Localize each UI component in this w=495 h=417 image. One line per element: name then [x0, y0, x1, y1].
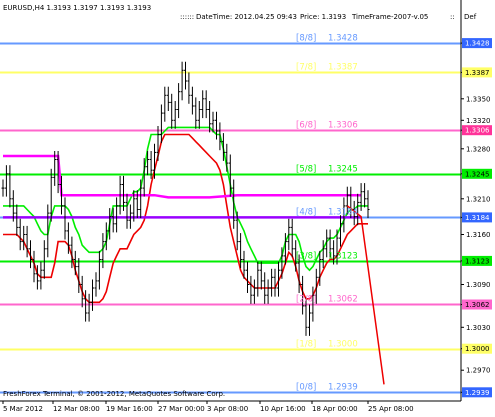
time-axis-tick-label: 10 Apr 16:00 — [260, 405, 306, 413]
price-axis-tick-label: 1.3320 — [466, 117, 491, 125]
murrey-level-value: 1.3428 — [328, 34, 358, 44]
drag-dots: :::::: — [180, 13, 194, 21]
murrey-level-value: 1.2939 — [328, 383, 358, 393]
murrey-level-value: 1.3000 — [328, 340, 358, 350]
price-axis-tag-label: 1.3062 — [465, 301, 490, 309]
murrey-level-label: [2/8] — [296, 295, 316, 305]
murrey-level-value: 1.3245 — [328, 165, 358, 175]
murrey-level-label: [3/8] — [296, 252, 316, 262]
chart-background — [0, 0, 495, 417]
time-axis-tick-label: 5 Mar 2012 — [3, 405, 43, 413]
price-axis-tag-label: 1.3428 — [465, 40, 490, 48]
price-axis-tick-label: 1.2970 — [466, 367, 491, 375]
price-axis-tick-label: 1.3030 — [466, 324, 491, 332]
price-axis-tick-label: 1.3090 — [466, 281, 491, 289]
price-axis-tag-label: 1.3245 — [465, 170, 490, 178]
copyright-text: FreshForex Terminal, © 2001-2012, MetaQu… — [3, 390, 225, 398]
murrey-level-label: [5/8] — [296, 165, 316, 175]
price-axis-tick-label: 1.3280 — [466, 145, 491, 153]
price-chart[interactable]: [8/8] 1.3428 [7/8] 1.3387 [6/8] 1.3306 [5/8] 1.… — [0, 0, 495, 417]
time-axis-tick-label: 3 Apr 08:00 — [207, 405, 248, 413]
info-datetime: DateTime: 2012.04.25 09:43 — [196, 13, 297, 21]
murrey-level-label: [1/8] — [296, 340, 316, 350]
murrey-level-label: [4/8] — [296, 208, 316, 218]
price-axis-tag-label: 1.3306 — [465, 127, 490, 135]
time-axis-tick-label: 19 Mar 16:00 — [106, 405, 153, 413]
murrey-level-label: [6/8] — [296, 121, 316, 131]
murrey-level-value: 1.3306 — [328, 121, 358, 131]
time-axis-tick-label: 25 Apr 08:00 — [368, 405, 414, 413]
info-cut-label: Def — [464, 13, 477, 21]
price-axis-tag-label: 1.3000 — [465, 345, 490, 353]
chart-window: [8/8] 1.3428 [7/8] 1.3387 [6/8] 1.3306 [5/8] 1.… — [0, 0, 495, 417]
time-axis-tick-label: 27 Mar 00:00 — [158, 405, 205, 413]
murrey-level-value: 1.3387 — [328, 63, 358, 73]
price-axis-tag-label: 1.3387 — [465, 69, 490, 77]
price-axis-tick-label: 1.3210 — [466, 195, 491, 203]
murrey-level-value: 1.3184 — [328, 208, 358, 218]
murrey-level-label: [8/8] — [296, 34, 316, 44]
symbol-header: EURUSD,H4 1.3193 1.3197 1.3193 1.3193 — [3, 4, 151, 12]
price-axis-tick-label: 1.3160 — [466, 231, 491, 239]
murrey-level-value: 1.3123 — [328, 252, 358, 262]
price-axis-tag-label: 1.3184 — [465, 214, 490, 222]
drag-dots-right: :: — [450, 13, 455, 21]
time-axis-tick-label: 12 Mar 08:00 — [53, 405, 100, 413]
time-axis-tick-label: 18 Apr 00:00 — [312, 405, 358, 413]
price-axis-tag-label: 1.2939 — [465, 389, 490, 397]
murrey-level-value: 1.3062 — [328, 295, 358, 305]
murrey-level-label: [7/8] — [296, 63, 316, 73]
price-axis-tick-label: 1.3350 — [466, 95, 491, 103]
info-price: Price: 1.3193 — [300, 13, 346, 21]
info-timeframe: TimeFrame-2007-v.05 — [351, 13, 428, 21]
price-axis-tag-label: 1.3123 — [465, 257, 490, 265]
murrey-level-label: [0/8] — [296, 383, 316, 393]
